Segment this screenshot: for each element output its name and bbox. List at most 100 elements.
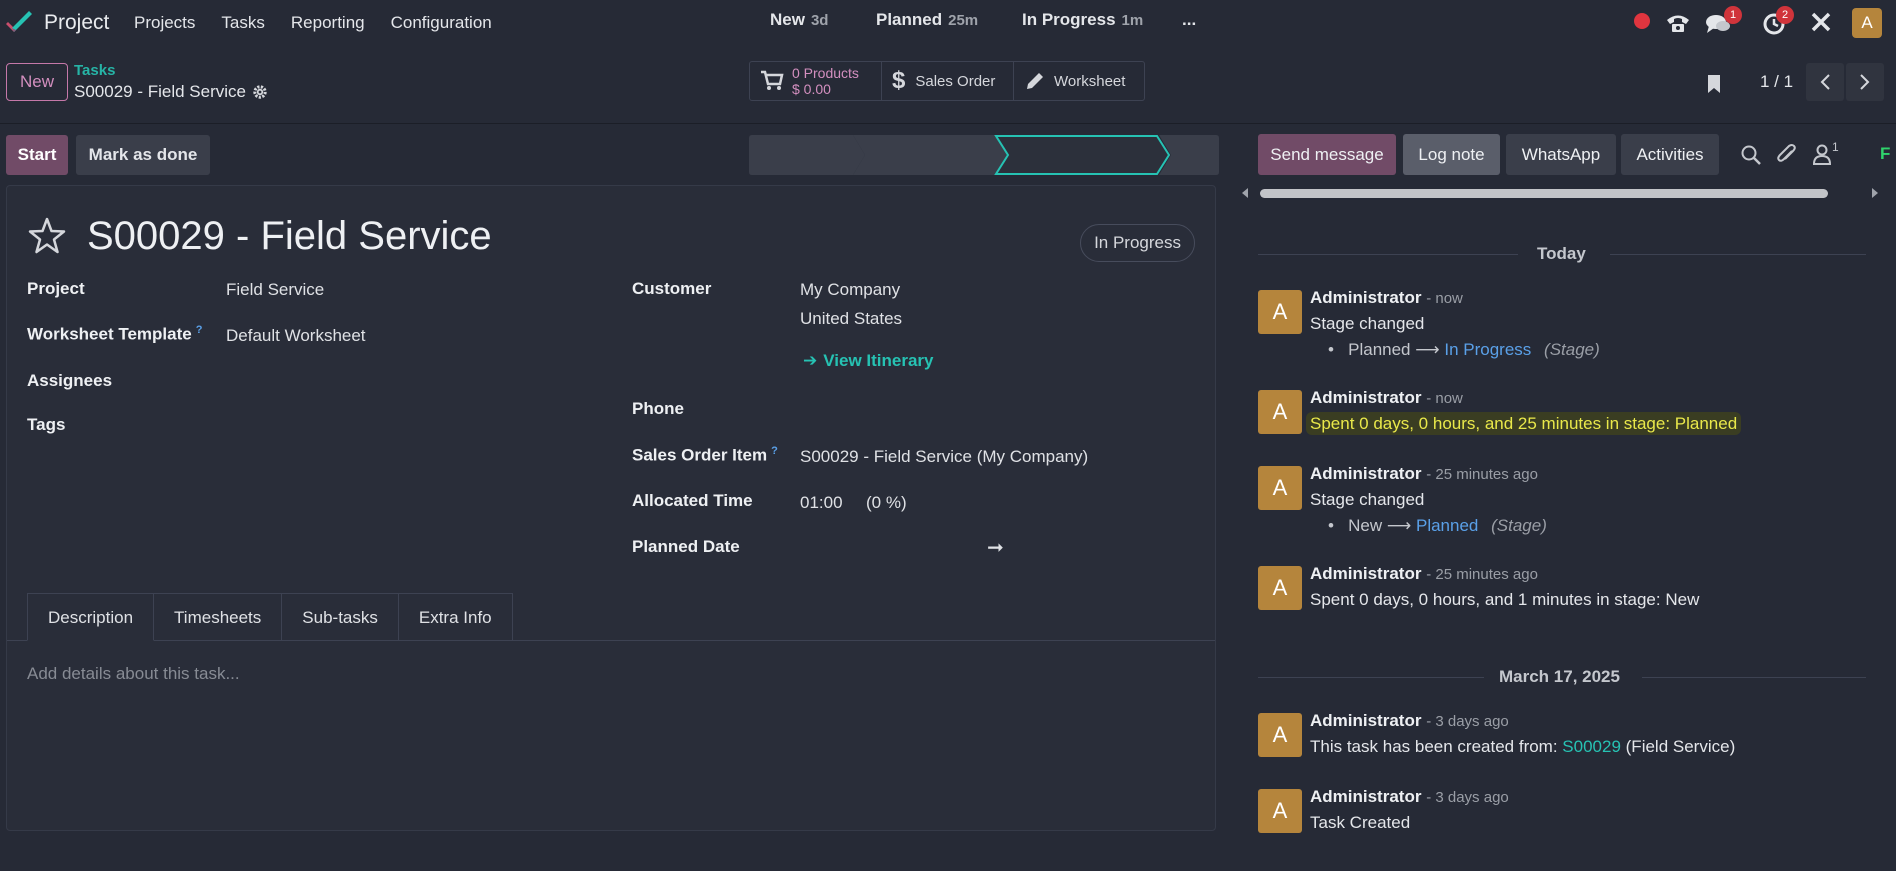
allocated-time-percent: (0 %): [866, 493, 907, 512]
tags-field[interactable]: [226, 415, 586, 437]
stage-more[interactable]: ...: [1182, 0, 1196, 40]
author-name[interactable]: Administrator: [1310, 711, 1421, 730]
author-avatar[interactable]: A: [1258, 789, 1302, 833]
stage-planned[interactable]: Planned 25m: [876, 0, 978, 40]
author-name[interactable]: Administrator: [1310, 288, 1421, 307]
sales-order-link[interactable]: S00029: [1562, 737, 1621, 756]
debug-tools-icon[interactable]: [1810, 11, 1832, 33]
worksheet-template-field[interactable]: Default Worksheet: [226, 326, 366, 346]
author-name[interactable]: Administrator: [1310, 388, 1421, 407]
chatter-message: A Administrator - 25 minutes ago Spent 0…: [1258, 564, 1858, 616]
description-editor[interactable]: Add details about this task...: [27, 664, 240, 684]
stage-new[interactable]: New 3d: [770, 0, 828, 40]
pager-value[interactable]: 1 / 1: [1760, 72, 1793, 92]
activities-button[interactable]: Activities: [1621, 134, 1719, 175]
whatsapp-button[interactable]: WhatsApp: [1506, 134, 1616, 175]
project-app-logo-icon[interactable]: [4, 10, 34, 36]
send-message-button[interactable]: Send message: [1258, 134, 1396, 175]
tab-extra-info[interactable]: Extra Info: [398, 593, 513, 641]
chevron-right-icon: [1860, 74, 1870, 90]
menu-projects[interactable]: Projects: [134, 13, 195, 33]
message-body: Spent 0 days, 0 hours, and 1 minutes in …: [1310, 590, 1700, 609]
status-badge: In Progress: [1080, 224, 1195, 262]
author-name[interactable]: Administrator: [1310, 464, 1421, 483]
tab-timesheets[interactable]: Timesheets: [154, 593, 283, 641]
new-button[interactable]: New: [6, 63, 68, 101]
followers-icon[interactable]: [1813, 144, 1831, 166]
recording-dot-icon[interactable]: [1634, 13, 1650, 29]
start-button[interactable]: Start: [6, 135, 68, 175]
mark-as-done-button[interactable]: Mark as done: [76, 135, 210, 175]
scroll-left-icon[interactable]: [1240, 187, 1250, 199]
author-avatar[interactable]: A: [1258, 566, 1302, 610]
tags-label: Tags: [27, 415, 66, 434]
chatter-message: A Administrator - 25 minutes ago Stage c…: [1258, 464, 1858, 536]
cart-icon: [761, 70, 784, 90]
author-avatar[interactable]: A: [1258, 290, 1302, 334]
stage-in-progress[interactable]: In Progress 1m: [1022, 0, 1143, 40]
control-panel: New Tasks S00029 - Field Service 0 Produ…: [0, 46, 1896, 124]
followers-count: 1: [1832, 140, 1839, 154]
smart-buttons: 0 Products $ 0.00 $ Sales Order Workshee…: [749, 61, 1145, 101]
paperclip-icon[interactable]: [1776, 143, 1798, 167]
gear-icon[interactable]: [252, 84, 268, 100]
user-avatar[interactable]: A: [1852, 8, 1882, 38]
chatter-message: A Administrator - 3 days ago Task Create…: [1258, 787, 1858, 839]
sales-order-item-field[interactable]: S00029 - Field Service (My Company): [800, 447, 1088, 467]
app-name[interactable]: Project: [44, 11, 109, 35]
allocated-time-label: Allocated Time: [632, 491, 753, 510]
message-author: Administrator - now: [1310, 288, 1463, 308]
menu-tasks[interactable]: Tasks: [221, 13, 264, 33]
message-time: - 25 minutes ago: [1426, 466, 1538, 483]
view-itinerary-link[interactable]: ➔ View Itinerary: [803, 351, 934, 371]
customer-label: Customer: [632, 279, 712, 298]
chatter-message: A Administrator - now Spent 0 days, 0 ho…: [1258, 388, 1858, 440]
customer-field[interactable]: My Company: [800, 280, 900, 300]
pager-next-button[interactable]: [1846, 63, 1884, 101]
breadcrumb-tasks[interactable]: Tasks: [74, 62, 115, 79]
phone-icon[interactable]: [1664, 12, 1692, 34]
products-smart-button[interactable]: 0 Products $ 0.00: [750, 62, 882, 100]
planned-date-start-field[interactable]: [800, 537, 1000, 559]
bookmark-icon[interactable]: [1706, 73, 1722, 95]
tab-description[interactable]: Description: [27, 593, 155, 641]
author-name[interactable]: Administrator: [1310, 564, 1421, 583]
menu-configuration[interactable]: Configuration: [391, 13, 492, 33]
author-avatar[interactable]: A: [1258, 390, 1302, 434]
help-tooltip-icon[interactable]: ?: [196, 324, 203, 336]
allocated-time-field[interactable]: 01:00: [800, 493, 843, 513]
star-priority-icon[interactable]: [27, 216, 67, 256]
tab-sub-tasks[interactable]: Sub-tasks: [282, 593, 399, 641]
message-author: Administrator - 25 minutes ago: [1310, 564, 1538, 584]
message-time: - 3 days ago: [1426, 789, 1509, 806]
date-range-arrow-icon: ➞: [987, 537, 1004, 559]
sales-order-smart-button[interactable]: $ Sales Order: [882, 62, 1014, 100]
project-field[interactable]: Field Service: [226, 280, 324, 300]
search-icon[interactable]: [1740, 144, 1762, 166]
message-author: Administrator - 3 days ago: [1310, 787, 1509, 807]
scroll-right-icon[interactable]: [1870, 187, 1880, 199]
tracking-field-name: (Stage): [1544, 340, 1600, 359]
follow-button-truncated[interactable]: F: [1880, 144, 1890, 164]
assignees-field[interactable]: [226, 371, 586, 393]
sales-order-label: Sales Order: [915, 72, 996, 90]
pager-previous-button[interactable]: [1806, 63, 1844, 101]
menu-reporting[interactable]: Reporting: [291, 13, 365, 33]
phone-field[interactable]: [800, 399, 1180, 421]
horizontal-scrollbar[interactable]: [1238, 186, 1882, 200]
help-tooltip-icon[interactable]: ?: [771, 445, 778, 457]
worksheet-smart-button[interactable]: Worksheet: [1014, 62, 1144, 100]
scrollbar-thumb[interactable]: [1260, 189, 1828, 198]
message-time: - 25 minutes ago: [1426, 566, 1538, 583]
author-avatar[interactable]: A: [1258, 713, 1302, 757]
author-name[interactable]: Administrator: [1310, 787, 1421, 806]
new-stage-value: In Progress: [1444, 340, 1532, 359]
phone-label: Phone: [632, 399, 684, 418]
log-note-button[interactable]: Log note: [1403, 134, 1500, 175]
date-separator-march: March 17, 2025: [1499, 667, 1620, 686]
highlighted-text: Spent 0 days, 0 hours, and 25 minutes in…: [1306, 412, 1742, 435]
main-menu: Projects Tasks Reporting Configuration: [134, 13, 518, 33]
author-avatar[interactable]: A: [1258, 466, 1302, 510]
task-title[interactable]: S00029 - Field Service: [87, 214, 492, 259]
date-separator-today: Today: [1537, 244, 1586, 263]
